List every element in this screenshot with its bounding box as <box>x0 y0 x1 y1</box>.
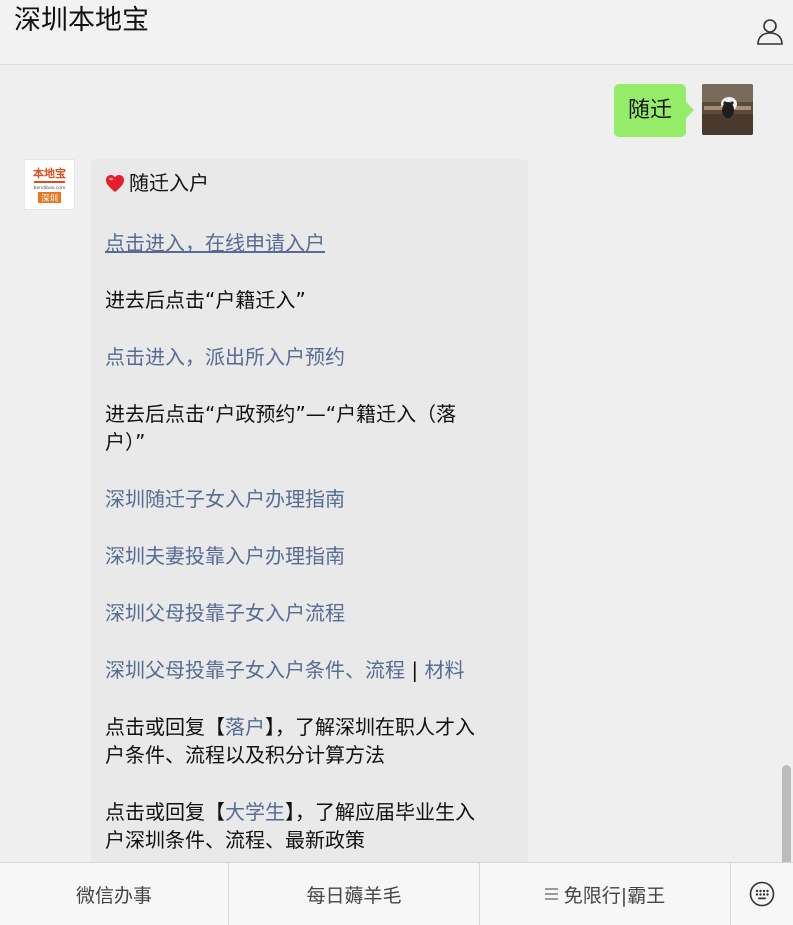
heading-text: 随迁入户 <box>129 171 209 195</box>
appointment-instruction-line1: 进去后点击“户政预约”—“户籍迁入（落 <box>105 402 457 426</box>
apply-online-link[interactable]: 点击进入，在线申请入户 <box>105 231 325 255</box>
menu-item-daily-deals[interactable]: 每日薅羊毛 <box>229 863 480 925</box>
user-avatar[interactable] <box>702 84 753 135</box>
luohu-keyword-link[interactable]: 落户 <box>225 715 265 739</box>
avatar-city-label: 深圳 <box>41 193 58 204</box>
reply-prefix-2: 点击或回复【 <box>105 800 225 824</box>
spouse-guide-link[interactable]: 深圳夫妻投靠入户办理指南 <box>105 544 345 568</box>
chat-message-area[interactable]: 随迁 本地宝 bendibao.com 深圳 随迁入户 点击进入，在线申请入户 … <box>0 65 793 862</box>
luohu-description-line1: 】，了解深圳在职人才入 <box>265 715 475 739</box>
chat-title: 深圳本地宝 <box>14 5 149 36</box>
parents-process-link[interactable]: 深圳父母投靠子女入户流程 <box>105 601 345 625</box>
menu-item-wechat-service[interactable]: 微信办事 <box>0 863 229 925</box>
outgoing-message-text: 随迁 <box>627 98 672 123</box>
menu-item-label: 每日薅羊毛 <box>306 884 402 907</box>
submenu-icon <box>544 885 558 903</box>
incoming-message: 随迁入户 点击进入，在线申请入户 进去后点击“户籍迁入” 点击进入，派出所入户预… <box>91 159 528 862</box>
reply-prefix: 点击或回复【 <box>105 715 225 739</box>
daxuesheng-description-line2: 户深圳条件、流程、最新政策 <box>105 828 365 852</box>
apply-instruction: 进去后点击“户籍迁入” <box>105 288 306 312</box>
red-heart-icon <box>105 172 125 200</box>
chat-scrollbar[interactable] <box>782 765 791 862</box>
menu-item-label: 免限行|霸王 <box>563 884 666 907</box>
daxuesheng-description-line1: 】，了解应届毕业生入 <box>285 800 475 824</box>
avatar-logo-sub: bendibao.com <box>34 185 66 191</box>
menu-item-traffic[interactable]: 免限行|霸王 <box>480 863 731 925</box>
official-account-avatar[interactable]: 本地宝 bendibao.com 深圳 <box>24 159 75 210</box>
chat-header: 深圳本地宝 <box>0 0 793 65</box>
materials-link[interactable]: 材料 <box>424 658 464 682</box>
appointment-instruction-line2: 户）” <box>105 430 146 454</box>
message-heading: 随迁入户 <box>105 169 514 200</box>
keyboard-icon[interactable] <box>731 863 793 925</box>
outgoing-message[interactable]: 随迁 <box>614 84 694 137</box>
avatar-logo-text: 本地宝 <box>33 166 66 180</box>
parents-conditions-link[interactable]: 深圳父母投靠子女入户条件、流程 <box>105 658 405 682</box>
person-outline-icon[interactable] <box>755 16 785 46</box>
police-appointment-link[interactable]: 点击进入，派出所入户预约 <box>105 345 345 369</box>
menu-item-label: 微信办事 <box>75 884 152 907</box>
daxuesheng-keyword-link[interactable]: 大学生 <box>225 800 285 824</box>
link-separator: | <box>411 658 419 682</box>
luohu-description-line2: 户条件、流程以及积分计算方法 <box>105 743 385 767</box>
bottom-menu-bar: 微信办事 每日薅羊毛 免限行|霸王 <box>0 862 793 925</box>
children-guide-link[interactable]: 深圳随迁子女入户办理指南 <box>105 487 345 511</box>
